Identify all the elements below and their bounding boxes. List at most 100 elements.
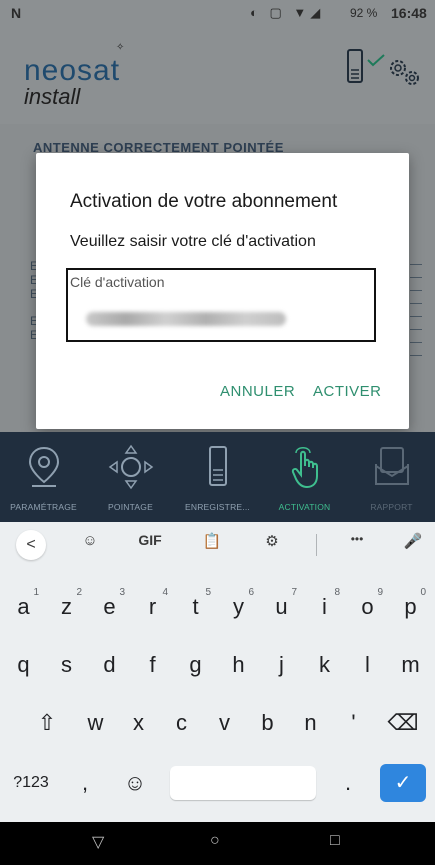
key-i-label: i [322,594,327,619]
nav-item-rapport[interactable]: RAPPORT [348,432,435,522]
key-c[interactable]: c [160,700,203,746]
neosat-logo: ✧ neosat install [24,42,124,109]
key-a-hint: 1 [33,587,39,598]
shift-key[interactable]: ⇧ [22,700,72,746]
back-triangle-icon[interactable]: ▽ [92,832,104,852]
nav-label-rapport: RAPPORT [370,502,413,512]
activation-dialog: Activation de votre abonnement Veuillez … [36,153,409,429]
nav-label-enregistrement: ENREGISTRE... [185,502,250,512]
key-u[interactable]: u7 [260,584,303,630]
key-o[interactable]: o9 [346,584,389,630]
key-y-label: y [233,594,244,619]
keyboard-back-icon[interactable]: < [16,530,46,560]
keyboard-toolbar: < ☺ GIF 📋 ⚙ ••• 🎤 [0,522,435,568]
key-o-hint: 9 [377,587,383,598]
key-q[interactable]: q [2,642,45,688]
notification-n-icon: N [11,5,22,21]
key-k[interactable]: k [303,642,346,688]
system-nav-bar: ▽ ○ □ [0,822,435,865]
keyboard-settings-icon[interactable]: ⚙ [258,532,286,558]
activation-key-value-blurred [86,312,286,326]
key-i-hint: 8 [334,587,340,598]
pointing-arrows-icon [108,444,153,490]
key-l[interactable]: l [346,642,389,688]
status-bar: N ◐ ▢ ▼◢ 92 % 16:48 [0,0,435,26]
dialog-title: Activation de votre abonnement [70,191,338,212]
key-e[interactable]: e3 [88,584,131,630]
background-lines [410,264,422,368]
key-x[interactable]: x [117,700,160,746]
key-a-label: a [17,594,30,619]
app-header: ✧ neosat install [0,26,435,124]
nav-item-pointage[interactable]: POINTAGE [87,432,174,522]
symbols-key[interactable]: ?123 [4,760,58,806]
location-pin-icon [28,446,59,487]
key-y[interactable]: y6 [217,584,260,630]
key-h[interactable]: h [217,642,260,688]
key-p-hint: 0 [420,587,426,598]
clipboard-icon[interactable]: 📋 [198,532,226,558]
key-f[interactable]: f [131,642,174,688]
nav-item-enregistrement[interactable]: ENREGISTRE... [174,432,261,522]
settings-gears-icon[interactable] [384,54,424,95]
key-r-label: r [148,594,157,619]
cancel-button[interactable]: ANNULER [220,383,295,400]
nav-label-parametrage: PARAMÉTRAGE [10,502,77,512]
key-t-label: t [192,594,199,619]
battery-level: 92 % [350,6,378,20]
key-b[interactable]: b [246,700,289,746]
comma-key[interactable]: , [70,760,100,806]
key-i[interactable]: i8 [303,584,346,630]
key-v[interactable]: v [203,700,246,746]
key-t[interactable]: t5 [174,584,217,630]
key-e-hint: 3 [119,587,125,598]
nav-label-activation: ACTIVATION [278,502,331,512]
toolbar-divider [316,534,317,556]
enter-check-icon[interactable]: ✓ [380,764,426,802]
logo-line2: install [24,84,81,109]
key-d[interactable]: d [88,642,131,688]
key-z-hint: 2 [76,587,82,598]
space-key[interactable] [170,766,316,800]
key-z-label: z [61,594,72,619]
microphone-icon[interactable]: 🎤 [400,532,426,558]
nav-label-pointage: POINTAGE [108,502,153,512]
device-check-icon[interactable] [344,48,388,93]
activate-button[interactable]: ACTIVER [313,383,382,400]
key-g[interactable]: g [174,642,217,688]
key-s[interactable]: s [45,642,88,688]
home-circle-icon[interactable]: ○ [210,832,220,850]
nav-item-parametrage[interactable]: PARAMÉTRAGE [0,432,87,522]
key-n[interactable]: n [289,700,332,746]
activation-key-label: Clé d'activation [70,274,165,290]
key-z[interactable]: z2 [45,584,88,630]
key-apostrophe[interactable]: ' [332,700,375,746]
key-j[interactable]: j [260,642,303,688]
status-icons: ◐ ▢ ▼◢ [250,5,325,20]
key-e-label: e [103,594,116,619]
key-p[interactable]: p0 [389,584,432,630]
bottom-nav: PARAMÉTRAGE POINTAGE ENREGISTRE... ACTIV… [0,432,435,522]
clock: 16:48 [391,5,427,21]
device-icon [208,446,227,486]
sticker-icon[interactable]: ☺ [76,532,104,558]
period-key[interactable]: . [328,760,368,806]
soft-keyboard: < ☺ GIF 📋 ⚙ ••• 🎤 a1 z2 e3 r4 t5 y6 u7 i… [0,522,435,822]
key-r[interactable]: r4 [131,584,174,630]
backspace-key[interactable]: ⌫ [378,700,428,746]
key-a[interactable]: a1 [2,584,45,630]
key-y-hint: 6 [248,587,254,598]
activation-key-input[interactable]: Clé d'activation [66,268,376,342]
gif-button[interactable]: GIF [133,532,167,558]
key-p-label: p [404,594,417,619]
logo-line1: neosat [24,54,121,87]
nav-item-activation[interactable]: ACTIVATION [261,432,348,522]
key-w[interactable]: w [74,700,117,746]
emoji-icon[interactable]: ☺ [112,760,158,806]
key-t-hint: 5 [205,587,211,598]
key-m[interactable]: m [389,642,432,688]
recents-square-icon[interactable]: □ [330,832,340,850]
more-options-icon[interactable]: ••• [340,532,374,558]
dialog-message: Veuillez saisir votre clé d'activation [70,233,316,250]
key-r-hint: 4 [162,587,168,598]
